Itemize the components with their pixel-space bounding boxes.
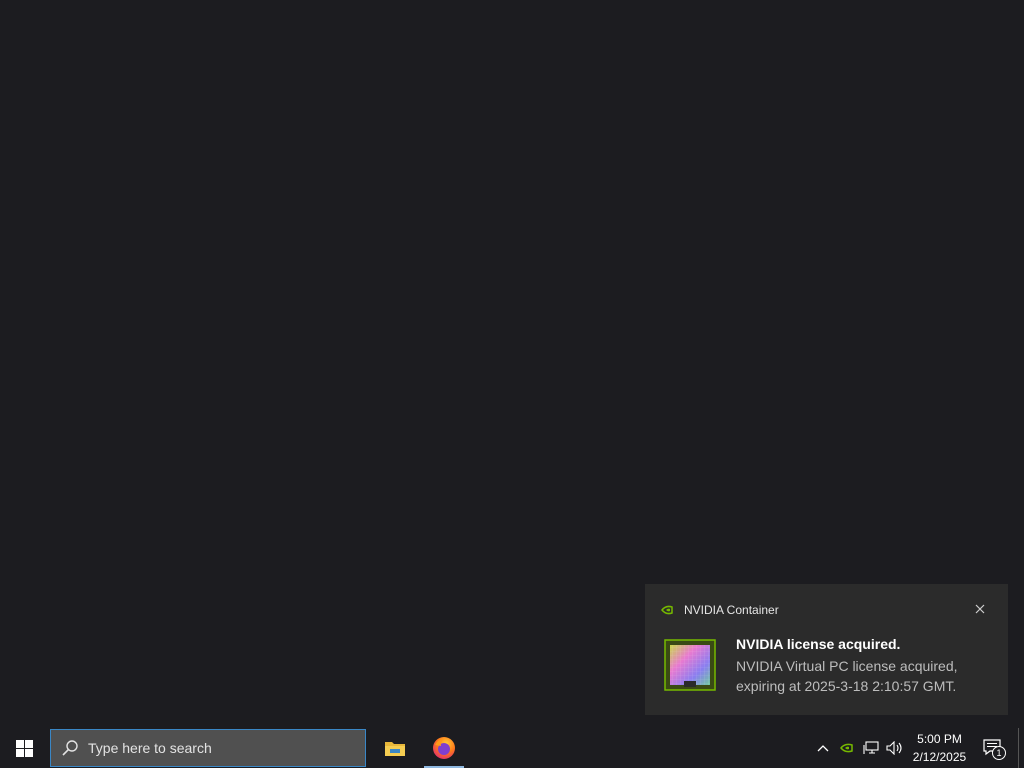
toast-title: NVIDIA license acquired. <box>736 636 901 652</box>
clock-time: 5:00 PM <box>917 732 962 746</box>
volume-icon[interactable] <box>884 738 906 758</box>
show-desktop-button[interactable] <box>1018 728 1024 768</box>
clock-date: 2/12/2025 <box>912 750 967 764</box>
notification-count-badge: 1 <box>992 746 1006 760</box>
windows-logo-icon <box>15 739 33 757</box>
search-placeholder: Type here to search <box>88 740 212 756</box>
file-explorer-button[interactable] <box>371 728 419 768</box>
network-icon[interactable] <box>861 738 881 758</box>
gpu-chip-icon <box>664 639 716 691</box>
firefox-button[interactable] <box>420 728 468 768</box>
nvidia-tray-icon[interactable] <box>838 738 856 758</box>
show-hidden-icons-chevron-up-icon[interactable] <box>814 738 832 758</box>
close-icon[interactable] <box>972 601 988 617</box>
toast-notification[interactable]: NVIDIA Container NVIDIA license acquired… <box>645 584 1008 715</box>
toast-app-name: NVIDIA Container <box>684 603 779 617</box>
file-explorer-icon <box>385 742 405 756</box>
toast-body-line: expiring at 2025-3-18 2:10:57 GMT. <box>736 678 957 694</box>
firefox-icon <box>433 737 455 759</box>
search-icon <box>61 739 79 757</box>
toast-body: NVIDIA Virtual PC license acquired, expi… <box>736 656 991 696</box>
search-box[interactable]: Type here to search <box>50 729 366 767</box>
toast-body-line: NVIDIA Virtual PC license acquired, <box>736 658 958 674</box>
taskbar: Type here to search 5:00 PM 2/12/2025 1 <box>0 728 1024 768</box>
toast-header: NVIDIA Container <box>661 603 779 617</box>
action-center-button[interactable]: 1 <box>980 736 1006 760</box>
start-button[interactable] <box>0 728 48 768</box>
nvidia-logo-icon <box>661 603 675 617</box>
clock[interactable]: 5:00 PM 2/12/2025 <box>912 730 967 766</box>
